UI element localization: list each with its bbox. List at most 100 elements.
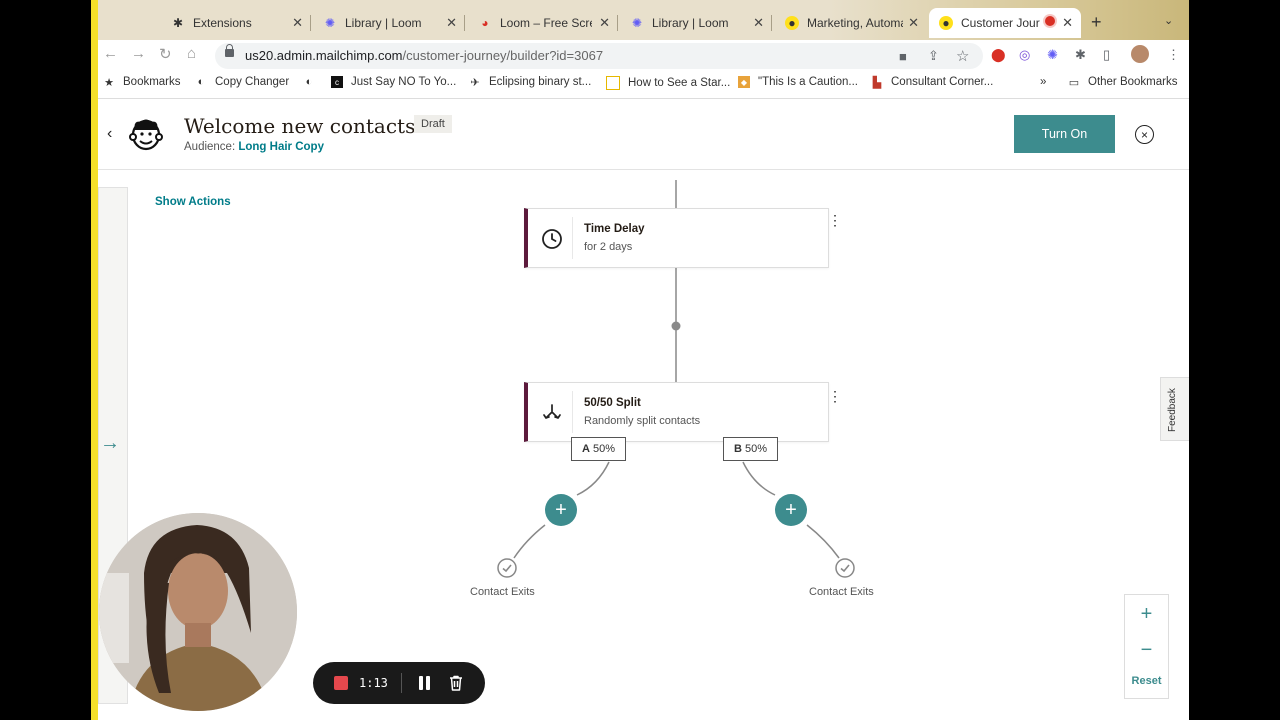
tab-divider (464, 15, 465, 31)
card-divider (572, 391, 573, 433)
add-step-button-b[interactable]: + (775, 494, 807, 526)
split-arrows-icon (543, 404, 561, 419)
recording-controls: 1:13 (313, 662, 485, 704)
recording-edge-bar (91, 0, 98, 720)
tab-library-loom-2[interactable]: ✺ Library | Loom ✕ (620, 8, 772, 38)
card-title: Time Delay (584, 223, 645, 235)
close-tab-icon[interactable]: ✕ (753, 15, 764, 31)
tab-marketing[interactable]: ● Marketing, Automa ✕ (775, 8, 927, 38)
split-card[interactable]: 50/50 Split Randomly split contacts (524, 382, 829, 442)
url-text[interactable]: us20.admin.mailchimp.com/customer-journe… (245, 48, 603, 63)
tab-title: Marketing, Automa (807, 16, 903, 30)
close-tab-icon[interactable]: ✕ (446, 15, 457, 31)
home-icon[interactable]: ⌂ (187, 45, 196, 62)
check-circle-icon (497, 558, 517, 578)
close-circle-icon[interactable]: × (1135, 125, 1154, 144)
audience-link[interactable]: Long Hair Copy (238, 141, 324, 153)
satellite-icon: ✈ (470, 76, 480, 89)
bookmark-consultant-corner[interactable]: ▙ Consultant Corner... (871, 76, 994, 89)
clock-icon (542, 229, 562, 249)
lock-icon (225, 44, 234, 57)
tab-divider (617, 15, 618, 31)
bookmark-caution[interactable]: ◆ "This Is a Caution... (738, 76, 858, 88)
webcam-bubble[interactable] (99, 513, 297, 711)
profile-avatar[interactable] (1131, 45, 1149, 63)
chevron-down-icon[interactable]: ⌄ (1164, 14, 1173, 27)
reload-icon[interactable]: ↻ (159, 45, 172, 63)
bookmark-other[interactable]: ▭ Other Bookmarks (1068, 76, 1178, 89)
close-tab-icon[interactable]: ✕ (292, 15, 303, 31)
bookmark-globe[interactable]: ◐ (303, 76, 323, 88)
bookmarks-bar: ★ Bookmarks ◐ Copy Changer ◐ c Just Say NO … (91, 70, 1189, 99)
branch-a-label[interactable]: A 50% (571, 437, 626, 461)
time-delay-card[interactable]: Time Delay for 2 days (524, 208, 829, 268)
card-menu-kebab-icon[interactable]: ⋮ (827, 382, 843, 410)
status-badge: Draft (414, 115, 452, 133)
branch-b-label[interactable]: B 50% (723, 437, 778, 461)
bookmark-eclipsing-binary[interactable]: ✈ Eclipsing binary st... (469, 76, 592, 89)
bookmark-label: Eclipsing binary st... (489, 76, 592, 88)
folder-icon: ▭ (1068, 76, 1080, 89)
trash-icon[interactable] (447, 674, 465, 692)
reset-zoom-button[interactable]: Reset (1125, 675, 1168, 687)
card-menu-kebab-icon[interactable]: ⋮ (827, 206, 843, 234)
mailchimp-logo-icon (129, 119, 163, 151)
add-step-button-a[interactable]: + (545, 494, 577, 526)
tab-title: Library | Loom (652, 16, 729, 30)
extension-loom-icon[interactable]: ✺ (1047, 47, 1058, 63)
zoom-out-button[interactable]: − (1125, 639, 1168, 662)
back-arrow-icon[interactable]: ← (103, 45, 118, 62)
tab-customer-journey[interactable]: ● Customer Jour ✕ (929, 8, 1081, 38)
close-tab-icon[interactable]: ✕ (908, 15, 919, 31)
pause-icon[interactable] (419, 676, 431, 690)
site-icon: ▙ (872, 76, 882, 89)
branch-percent: 50% (744, 443, 767, 455)
zoom-in-button[interactable]: + (1125, 603, 1168, 626)
check-circle-icon (835, 558, 855, 578)
close-tab-icon[interactable]: ✕ (599, 15, 610, 31)
url-host: us20.admin.mailchimp.com (245, 48, 403, 63)
mailchimp-icon: ● (939, 16, 953, 30)
url-path: /customer-journey/builder?id=3067 (402, 48, 604, 63)
bookmark-bookmarks[interactable]: ★ Bookmarks (103, 76, 180, 89)
menu-kebab-icon[interactable]: ⋮ (1167, 47, 1180, 63)
share-icon[interactable]: ⇪ (928, 48, 939, 64)
journey-header: ‹ Welcome new contacts Draft Audience: L… (91, 99, 1189, 170)
bookmark-how-to-see[interactable]: How to See a Star... (606, 76, 730, 90)
branch-b-exit-line (806, 524, 840, 559)
extension-adblock-icon[interactable]: ⬤ (991, 47, 1006, 63)
tab-extensions[interactable]: ✱ Extensions ✕ (161, 8, 311, 38)
bookmark-label: Copy Changer (215, 76, 290, 88)
bookmark-just-say-no[interactable]: c Just Say NO To Yo... (331, 76, 456, 88)
feedback-tab[interactable]: Feedback (1160, 377, 1189, 441)
globe-icon: ◐ (197, 76, 205, 88)
turn-on-button[interactable]: Turn On (1014, 115, 1115, 153)
bookmark-copy-changer[interactable]: ◐ Copy Changer (195, 76, 289, 88)
forward-arrow-icon[interactable]: → (131, 45, 146, 62)
bookmark-star-icon[interactable]: ☆ (956, 47, 969, 65)
close-tab-icon[interactable]: ✕ (1062, 15, 1073, 31)
star-icon: ★ (104, 76, 114, 89)
tab-strip: ✱ Extensions ✕ ✺ Library | Loom ✕ ◕ Loom… (91, 0, 1189, 40)
branch-percent: 50% (592, 443, 615, 455)
exit-label-a: Contact Exits (470, 586, 535, 598)
side-panel-icon[interactable]: ▯ (1103, 47, 1110, 63)
camera-icon[interactable]: ■ (899, 49, 907, 64)
branch-b-line (742, 461, 776, 496)
browser-toolbar: ← → ↻ ⌂ us20.admin.mailchimp.com/custome… (91, 40, 1189, 70)
bookmark-label: Consultant Corner... (891, 76, 994, 88)
tab-library-loom[interactable]: ✺ Library | Loom ✕ (313, 8, 465, 38)
controls-divider (401, 673, 402, 693)
back-chevron-icon[interactable]: ‹ (107, 125, 112, 143)
address-bar[interactable]: us20.admin.mailchimp.com/customer-journe… (215, 43, 983, 69)
extensions-puzzle-icon[interactable]: ✱ (1075, 47, 1086, 63)
bookmarks-overflow[interactable]: » (1040, 76, 1046, 88)
connector-node[interactable] (671, 321, 681, 331)
extension-instagram-icon[interactable]: ◎ (1019, 47, 1030, 63)
plus-icon: + (555, 498, 567, 521)
tab-title: Extensions (193, 16, 252, 30)
stop-recording-button[interactable] (334, 676, 348, 690)
new-tab-icon[interactable]: + (1091, 12, 1102, 33)
tab-loom-free[interactable]: ◕ Loom – Free Scree ✕ (468, 8, 618, 38)
tab-divider (771, 15, 772, 31)
